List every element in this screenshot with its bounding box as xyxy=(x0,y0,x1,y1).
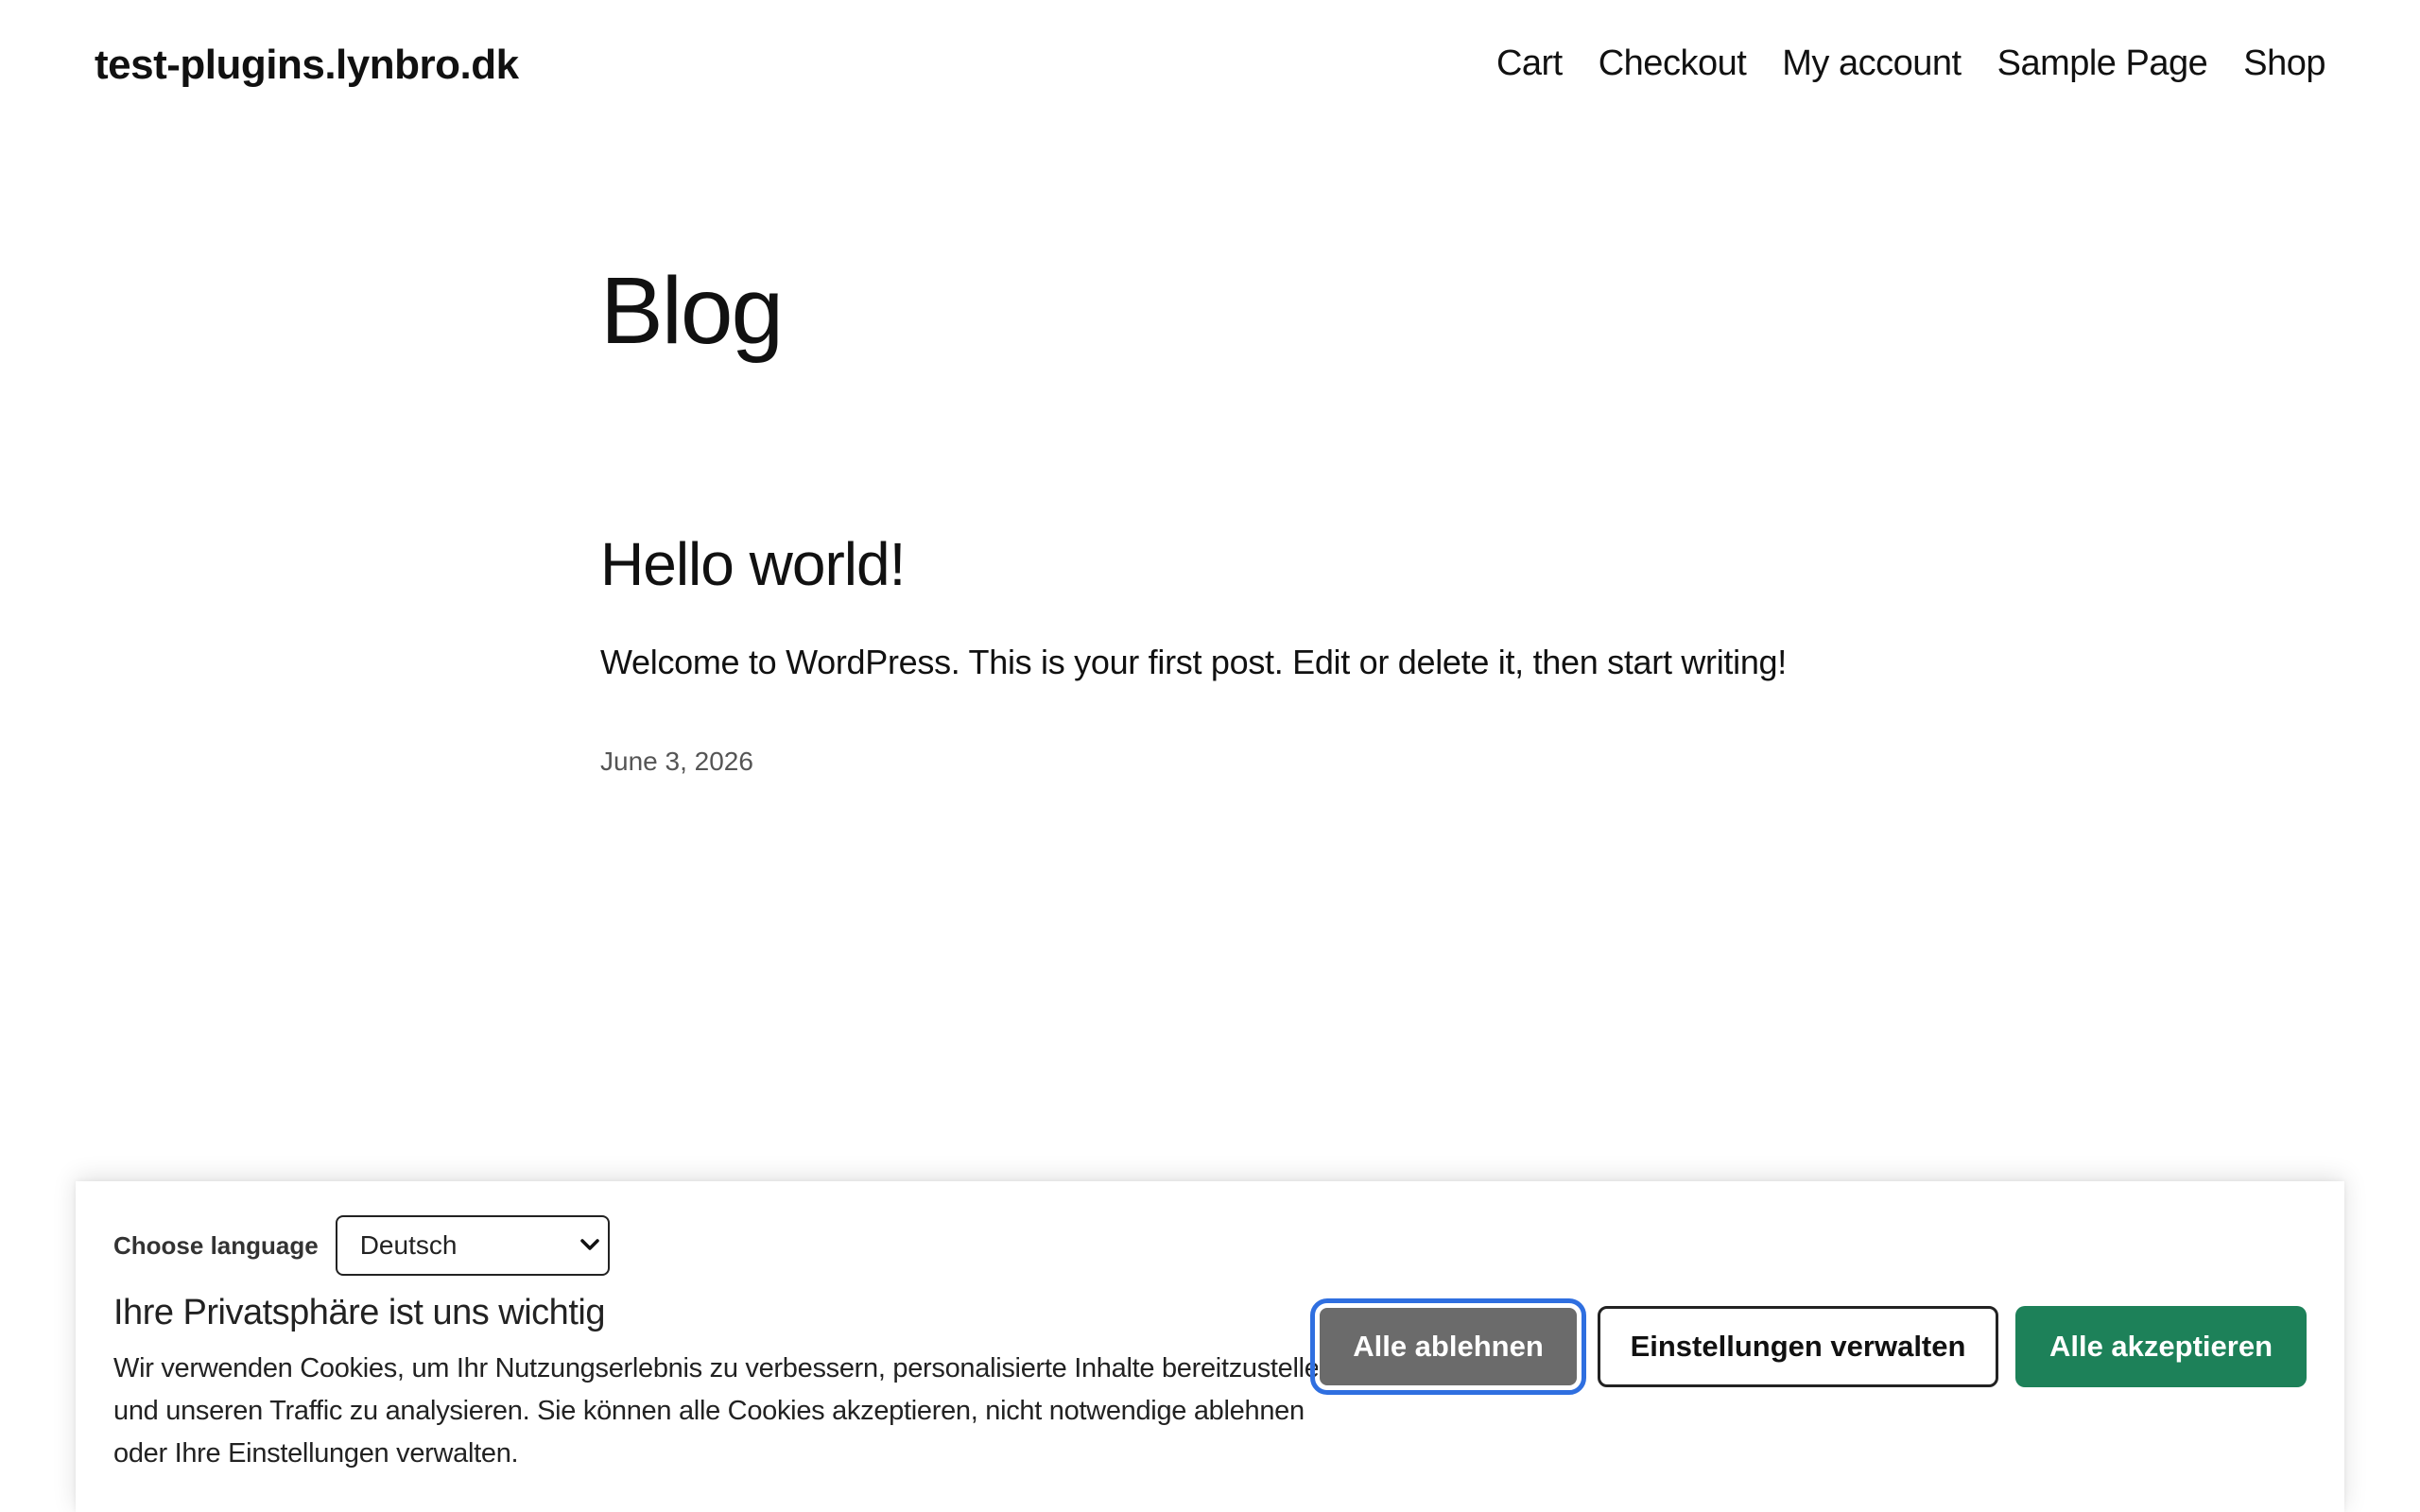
nav-item-shop[interactable]: Shop xyxy=(2243,43,2325,84)
manage-settings-button[interactable]: Einstellungen verwalten xyxy=(1598,1306,1998,1387)
language-row: Choose language Deutsch xyxy=(113,1215,610,1276)
language-select-value: Deutsch xyxy=(359,1230,458,1260)
chevron-down-icon xyxy=(579,1234,600,1261)
page: test-plugins.lynbro.dk Cart Checkout My … xyxy=(0,0,2420,1512)
accept-all-button[interactable]: Alle akzeptieren xyxy=(2015,1306,2307,1387)
site-title-link[interactable]: test-plugins.lynbro.dk xyxy=(95,42,519,89)
cookie-banner-text: Wir verwenden Cookies, um Ihr Nutzungser… xyxy=(113,1353,1335,1469)
language-label: Choose language xyxy=(113,1230,319,1260)
reject-all-button[interactable]: Alle ablehnen xyxy=(1310,1298,1586,1395)
cookie-consent-banner: Choose language Deutsch Ihre Privatsphär… xyxy=(76,1181,2344,1512)
nav-item-my-account[interactable]: My account xyxy=(1782,43,1962,84)
site-header: test-plugins.lynbro.dk Cart Checkout My … xyxy=(0,0,2420,136)
cookie-banner-title: Ihre Privatsphäre ist uns wichtig xyxy=(113,1293,605,1332)
nav-item-checkout[interactable]: Checkout xyxy=(1599,43,1747,84)
post-date: June 3, 2026 xyxy=(600,747,753,776)
nav-item-cart[interactable]: Cart xyxy=(1496,43,1563,84)
page-title: Blog xyxy=(600,258,784,364)
nav-item-sample-page[interactable]: Sample Page xyxy=(1997,43,2208,84)
post-excerpt: Welcome to WordPress. This is your first… xyxy=(600,643,1787,681)
primary-nav: Cart Checkout My account Sample Page Sho… xyxy=(1496,43,2326,84)
language-select[interactable]: Deutsch xyxy=(335,1215,610,1276)
post-title-link[interactable]: Hello world! xyxy=(600,529,906,599)
